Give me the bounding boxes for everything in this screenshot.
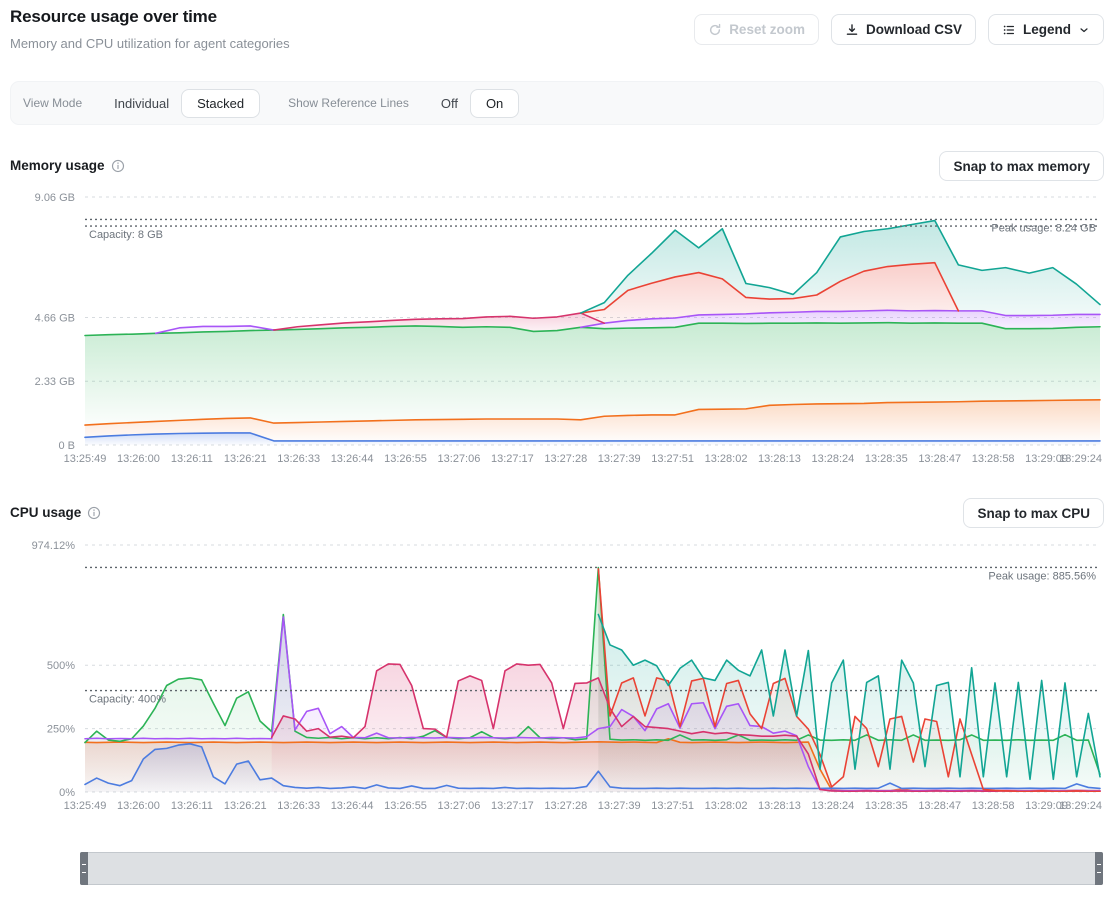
cpu-usage-chart[interactable]: 974.12% 500% 250% 0%13:25:49 13:26:00 13:26:1…: [0, 534, 1116, 834]
chart-options-toolbar: View Mode Individual Stacked Show Refere…: [10, 81, 1104, 125]
svg-text:Capacity: 8 GB: Capacity: 8 GB: [89, 229, 163, 241]
reset-zoom-icon: [708, 23, 722, 37]
svg-text:Peak usage: 885.56%: Peak usage: 885.56%: [988, 570, 1096, 582]
svg-text:Capacity: 400%: Capacity: 400%: [89, 694, 166, 706]
memory-usage-chart[interactable]: 9.06 GB 4.66 GB 2.33 GB 0 B13:25:49 13:26:00…: [0, 186, 1116, 486]
download-csv-button[interactable]: Download CSV: [831, 14, 976, 45]
page-title: Resource usage over time: [10, 7, 217, 27]
svg-text:13:26:00: 13:26:00: [117, 800, 160, 812]
download-icon: [845, 23, 859, 37]
svg-text:13:27:28: 13:27:28: [544, 453, 587, 465]
svg-text:13:28:13: 13:28:13: [758, 800, 801, 812]
svg-text:9.06 GB: 9.06 GB: [35, 192, 75, 204]
svg-text:13:26:11: 13:26:11: [171, 800, 213, 812]
svg-text:13:29:24: 13:29:24: [1059, 453, 1102, 465]
svg-text:13:26:21: 13:26:21: [224, 453, 267, 465]
snap-to-max-cpu-button[interactable]: Snap to max CPU: [963, 498, 1104, 528]
brush-left-handle[interactable]: [80, 852, 88, 885]
svg-text:13:28:24: 13:28:24: [811, 800, 854, 812]
time-range-brush[interactable]: [80, 852, 1103, 885]
cpu-usage-title-text: CPU usage: [10, 505, 81, 520]
svg-text:250%: 250%: [47, 724, 75, 736]
legend-label: Legend: [1023, 22, 1071, 37]
svg-text:2.33 GB: 2.33 GB: [35, 376, 75, 388]
info-icon[interactable]: [87, 506, 101, 520]
svg-text:4.66 GB: 4.66 GB: [35, 312, 75, 324]
svg-text:Peak usage: 8.24 GB: Peak usage: 8.24 GB: [991, 222, 1096, 234]
svg-text:13:27:39: 13:27:39: [598, 800, 641, 812]
chevron-down-icon: [1078, 24, 1090, 36]
resource-usage-dashboard: { "header": { "title": "Resource usage o…: [0, 0, 1116, 906]
svg-text:13:28:02: 13:28:02: [705, 800, 748, 812]
svg-text:13:27:17: 13:27:17: [491, 453, 534, 465]
svg-text:13:28:47: 13:28:47: [918, 800, 961, 812]
reset-zoom-label: Reset zoom: [729, 22, 805, 37]
download-csv-label: Download CSV: [866, 22, 962, 37]
svg-text:13:25:49: 13:25:49: [64, 453, 107, 465]
reset-zoom-button[interactable]: Reset zoom: [694, 14, 819, 45]
svg-text:13:26:21: 13:26:21: [224, 800, 267, 812]
svg-text:13:28:24: 13:28:24: [811, 453, 854, 465]
svg-text:0 B: 0 B: [58, 440, 75, 452]
svg-text:13:27:51: 13:27:51: [651, 800, 694, 812]
svg-text:13:28:35: 13:28:35: [865, 453, 908, 465]
cpu-usage-title: CPU usage: [10, 505, 101, 520]
svg-text:13:27:28: 13:27:28: [544, 800, 587, 812]
svg-text:974.12%: 974.12%: [32, 540, 76, 552]
legend-button[interactable]: Legend: [988, 14, 1104, 45]
header-actions: Reset zoom Download CSV Legend: [694, 14, 1104, 45]
svg-text:13:27:06: 13:27:06: [438, 800, 481, 812]
info-icon[interactable]: [111, 159, 125, 173]
svg-text:13:26:44: 13:26:44: [331, 453, 374, 465]
reference-lines-off[interactable]: Off: [429, 90, 470, 117]
view-mode-label: View Mode: [23, 96, 82, 110]
svg-text:13:26:55: 13:26:55: [384, 800, 427, 812]
svg-text:13:28:58: 13:28:58: [972, 800, 1015, 812]
memory-usage-title-text: Memory usage: [10, 158, 105, 173]
svg-text:13:26:44: 13:26:44: [331, 800, 374, 812]
svg-text:13:26:33: 13:26:33: [277, 800, 320, 812]
svg-text:13:27:17: 13:27:17: [491, 800, 534, 812]
svg-text:13:28:35: 13:28:35: [865, 800, 908, 812]
svg-text:13:27:06: 13:27:06: [438, 453, 481, 465]
svg-text:13:28:58: 13:28:58: [972, 453, 1015, 465]
snap-to-max-memory-button[interactable]: Snap to max memory: [939, 151, 1104, 181]
svg-text:13:28:47: 13:28:47: [918, 453, 961, 465]
cpu-section-header: CPU usage Snap to max CPU: [0, 498, 1116, 530]
svg-text:13:25:49: 13:25:49: [64, 800, 107, 812]
svg-text:13:28:13: 13:28:13: [758, 453, 801, 465]
brush-right-handle[interactable]: [1095, 852, 1103, 885]
svg-text:13:26:00: 13:26:00: [117, 453, 160, 465]
legend-list-icon: [1002, 23, 1016, 37]
memory-usage-title: Memory usage: [10, 158, 125, 173]
svg-text:0%: 0%: [59, 787, 75, 799]
svg-text:13:29:24: 13:29:24: [1059, 800, 1102, 812]
svg-text:13:28:02: 13:28:02: [705, 453, 748, 465]
reference-lines-on[interactable]: On: [470, 89, 519, 118]
view-mode-individual[interactable]: Individual: [102, 90, 181, 117]
svg-text:13:26:11: 13:26:11: [171, 453, 213, 465]
svg-text:13:26:55: 13:26:55: [384, 453, 427, 465]
svg-text:13:26:33: 13:26:33: [277, 453, 320, 465]
memory-section-header: Memory usage Snap to max memory: [0, 151, 1116, 183]
view-mode-stacked[interactable]: Stacked: [181, 89, 260, 118]
svg-text:13:27:39: 13:27:39: [598, 453, 641, 465]
svg-text:500%: 500%: [47, 660, 75, 672]
show-reference-lines-label: Show Reference Lines: [288, 96, 409, 110]
page-subtitle: Memory and CPU utilization for agent cat…: [10, 36, 290, 51]
svg-text:13:27:51: 13:27:51: [651, 453, 694, 465]
